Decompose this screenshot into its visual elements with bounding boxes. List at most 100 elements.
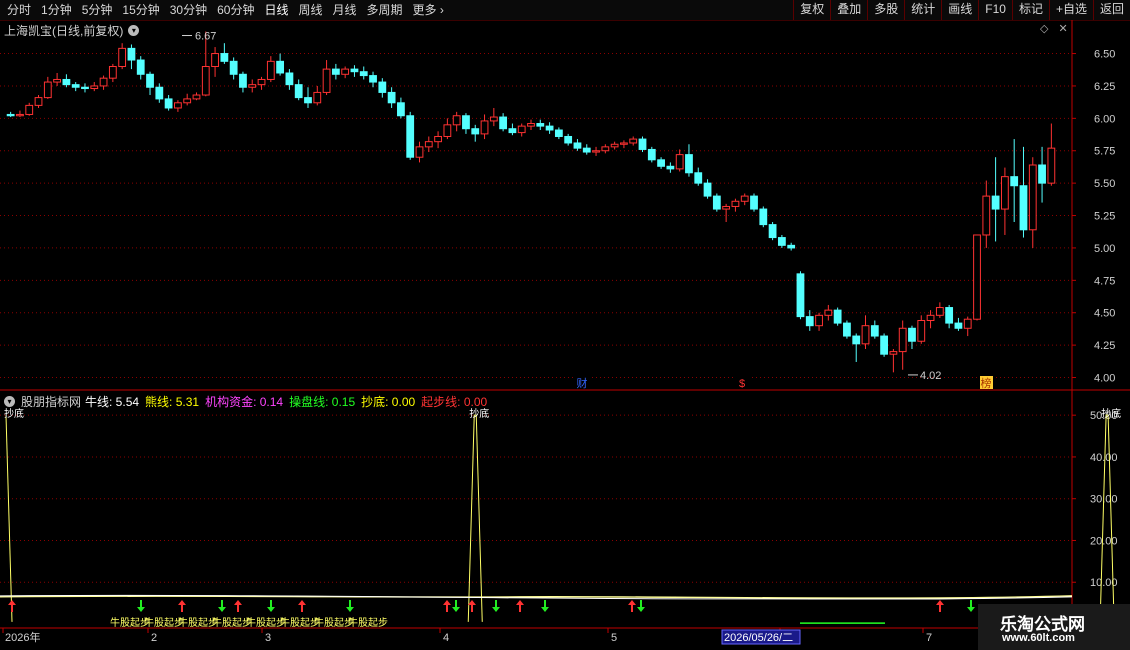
- candle-body: [6, 113, 15, 117]
- sell-arrow-head-icon: [967, 607, 975, 612]
- candle-body: [201, 66, 210, 96]
- sell-arrow-head-icon: [218, 607, 226, 612]
- candle-body: [99, 77, 108, 87]
- bottom-fishing-spike: [5, 415, 13, 622]
- sell-arrow-head-icon: [452, 607, 460, 612]
- candle-body: [536, 123, 545, 127]
- candle-body: [620, 142, 628, 145]
- candle-body: [127, 47, 136, 61]
- candle-body: [285, 72, 294, 86]
- candle-body: [740, 195, 749, 202]
- candle-body: [266, 60, 275, 80]
- candle-body: [991, 195, 1000, 210]
- candle-body: [527, 123, 535, 127]
- candle-body: [53, 78, 62, 83]
- candle-body: [629, 138, 638, 144]
- price-tick-label: 4.50: [1094, 308, 1115, 320]
- candle-body: [592, 150, 600, 153]
- candle-body: [499, 116, 508, 130]
- candle-body: [424, 141, 433, 148]
- sell-arrow-head-icon: [267, 607, 275, 612]
- x-tick-label: 4: [443, 632, 449, 644]
- x-axis: 2026年2345672026/05/26/二: [2, 628, 932, 645]
- candle-body: [889, 351, 898, 355]
- candle-body: [805, 316, 814, 327]
- event-label-2: 榜: [981, 376, 992, 390]
- candle-body: [25, 104, 34, 115]
- candle-body: [666, 165, 675, 170]
- candle-body: [582, 147, 591, 153]
- candle-body: [471, 128, 480, 135]
- candle-body: [341, 68, 350, 75]
- price-tick-label: 6.25: [1094, 81, 1115, 93]
- price-tick-label: 5.75: [1094, 146, 1115, 158]
- buy-arrow-head-icon: [234, 600, 242, 605]
- buy-arrow-head-icon: [516, 600, 524, 605]
- candle-body: [387, 91, 396, 104]
- candle-body: [870, 325, 879, 337]
- candle-body: [43, 81, 52, 99]
- candle-body: [322, 68, 331, 93]
- candle-body: [183, 98, 192, 104]
- candle-body: [917, 320, 926, 342]
- sell-arrow-head-icon: [346, 607, 354, 612]
- candle-body: [564, 135, 573, 144]
- chevron-down-icon[interactable]: ▾: [4, 396, 15, 407]
- candle-body: [973, 234, 981, 320]
- candle-body: [406, 115, 415, 158]
- candle-body: [610, 143, 619, 148]
- indicator-tick-label: 40.00: [1090, 452, 1118, 464]
- candle-body: [1047, 147, 1056, 184]
- candle-body: [647, 148, 656, 161]
- candle-body: [489, 116, 498, 122]
- candle-body: [750, 195, 758, 210]
- price-tick-label: 6.00: [1094, 113, 1115, 125]
- indicator-value-5: 起步线: 0.00: [421, 395, 488, 409]
- candle-body: [573, 142, 582, 149]
- candle-body: [90, 85, 99, 90]
- candle-body: [787, 244, 796, 249]
- candle-body: [155, 86, 164, 100]
- candle-body: [508, 128, 517, 134]
- candle-body: [843, 322, 851, 337]
- x-tick-label: 2: [151, 632, 157, 644]
- candle-body: [16, 113, 24, 117]
- x-tick-label: 7: [926, 632, 932, 644]
- candle-body: [239, 73, 247, 88]
- candle-body: [1038, 164, 1046, 184]
- x-tick-label: 3: [265, 632, 271, 644]
- event-label-0: 财: [577, 376, 588, 390]
- candle-body: [211, 53, 219, 68]
- candle-body: [675, 154, 684, 170]
- candle-body: [220, 53, 229, 62]
- candle-body: [146, 73, 154, 88]
- candle-body: [685, 154, 693, 174]
- candle-body: [248, 84, 257, 88]
- indicator-value-1: 熊线: 5.31: [145, 395, 200, 409]
- candle-body: [443, 124, 452, 137]
- indicator-value-0: 牛线: 5.54: [85, 395, 140, 409]
- candle-body: [331, 68, 340, 75]
- candle-body: [759, 208, 768, 226]
- candle-body: [294, 84, 303, 99]
- buy-arrow-head-icon: [936, 600, 944, 605]
- candle-body: [359, 71, 368, 77]
- chart-area[interactable]: 6.50 6.25 6.00 5.75 5.50 5.25 5.00 4.75 4.50 4.25…: [0, 0, 1130, 650]
- candle-body: [136, 59, 145, 75]
- candle-body: [908, 327, 916, 342]
- candle-body: [815, 314, 823, 327]
- candle-body: [415, 146, 424, 158]
- candle-body: [703, 182, 712, 197]
- buy-arrow-head-icon: [298, 600, 306, 605]
- candle-body: [304, 97, 312, 104]
- price-tick-label: 4.25: [1094, 340, 1115, 352]
- candle-body: [954, 322, 963, 329]
- candle-body: [229, 60, 238, 75]
- candle-body: [712, 195, 721, 210]
- candle-body: [174, 102, 182, 109]
- candle-body: [545, 125, 554, 131]
- candle-body: [118, 47, 127, 68]
- price-tick-label: 5.25: [1094, 211, 1115, 223]
- candle-body: [480, 120, 489, 135]
- candle-body: [935, 307, 944, 316]
